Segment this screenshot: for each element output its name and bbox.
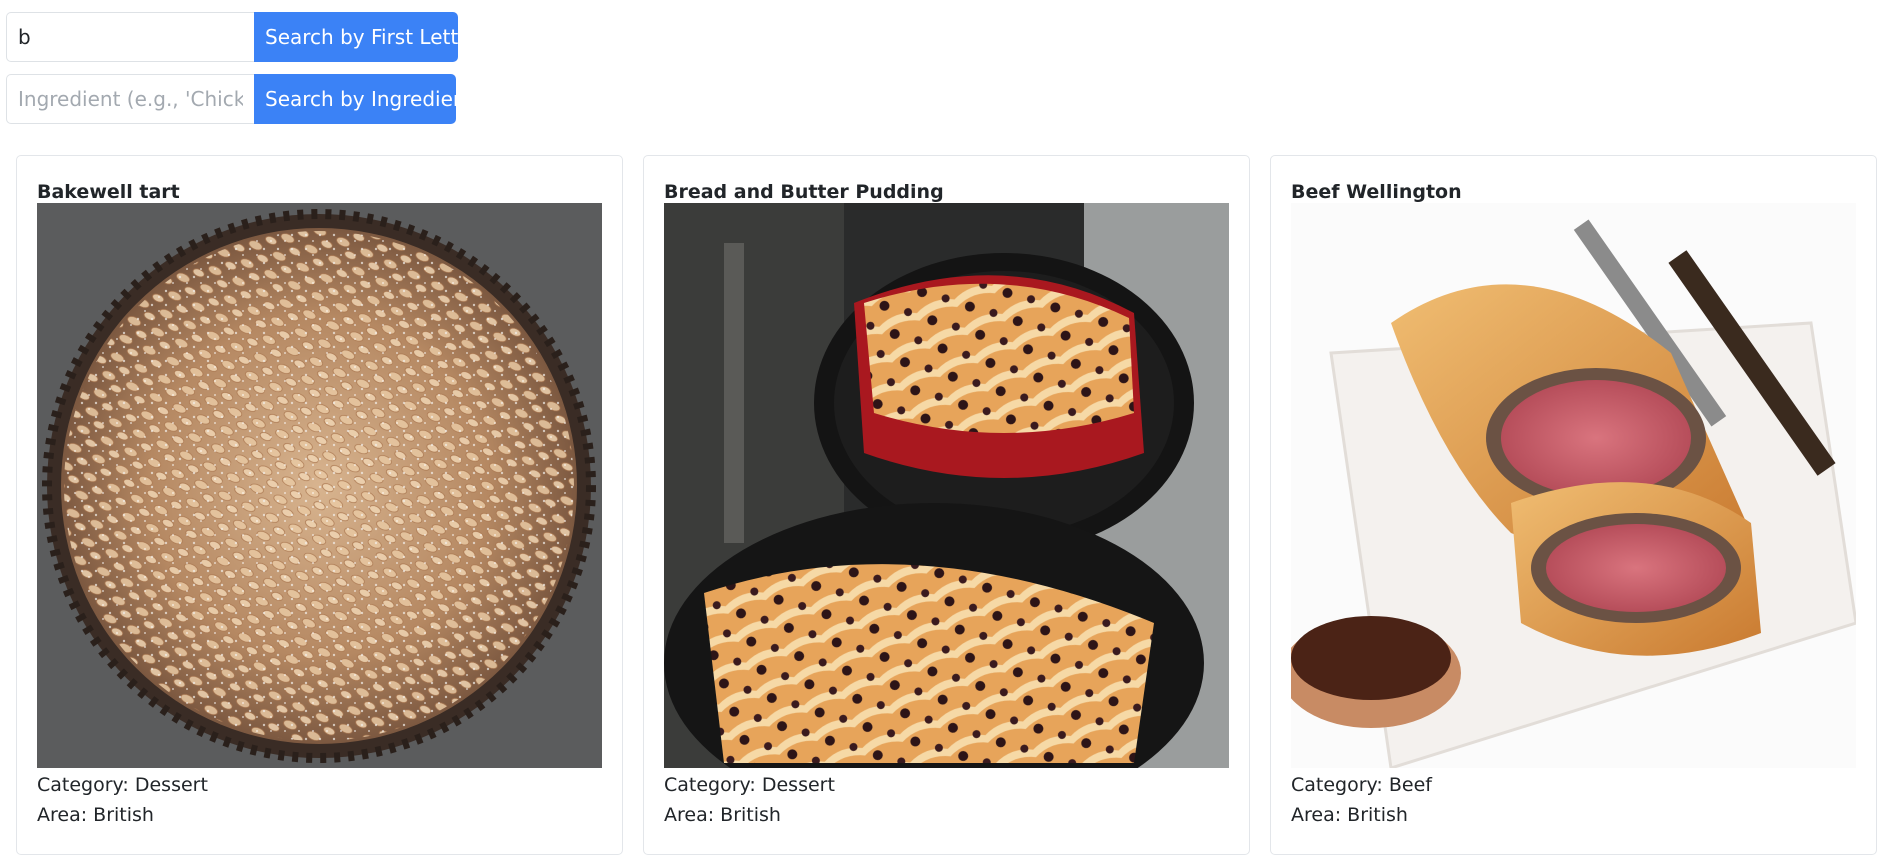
bread-and-butter-pudding-photo bbox=[664, 203, 1229, 768]
meal-card: Bakewell tart Category: Dessert Area: Br… bbox=[16, 155, 623, 855]
meal-category: Category: Dessert bbox=[37, 774, 208, 796]
meal-category: Category: Beef bbox=[1291, 774, 1432, 796]
meal-card: Beef Wellington Category: Beef Area: Bri… bbox=[1270, 155, 1877, 855]
search-by-first-letter-button[interactable]: Search by First Letter bbox=[254, 12, 479, 62]
ingredient-search-form: Search by Ingredient bbox=[6, 74, 473, 124]
first-letter-input[interactable] bbox=[6, 12, 254, 62]
meal-title: Beef Wellington bbox=[1291, 181, 1462, 203]
meal-area: Area: British bbox=[1291, 804, 1408, 826]
meal-category: Category: Dessert bbox=[664, 774, 835, 796]
meal-area: Area: British bbox=[37, 804, 154, 826]
first-letter-search-form: Search by First Letter bbox=[6, 12, 479, 62]
beef-wellington-photo bbox=[1291, 203, 1856, 768]
meal-area: Area: British bbox=[664, 804, 781, 826]
search-by-ingredient-button[interactable]: Search by Ingredient bbox=[254, 74, 473, 124]
meal-title: Bread and Butter Pudding bbox=[664, 181, 944, 203]
meal-results-grid: Bakewell tart Category: Dessert Area: Br… bbox=[16, 155, 1878, 855]
bakewell-tart-photo bbox=[37, 203, 602, 768]
meal-card: Bread and Butter Pudding Category: Desse… bbox=[643, 155, 1250, 855]
ingredient-input[interactable] bbox=[6, 74, 254, 124]
meal-title: Bakewell tart bbox=[37, 181, 180, 203]
